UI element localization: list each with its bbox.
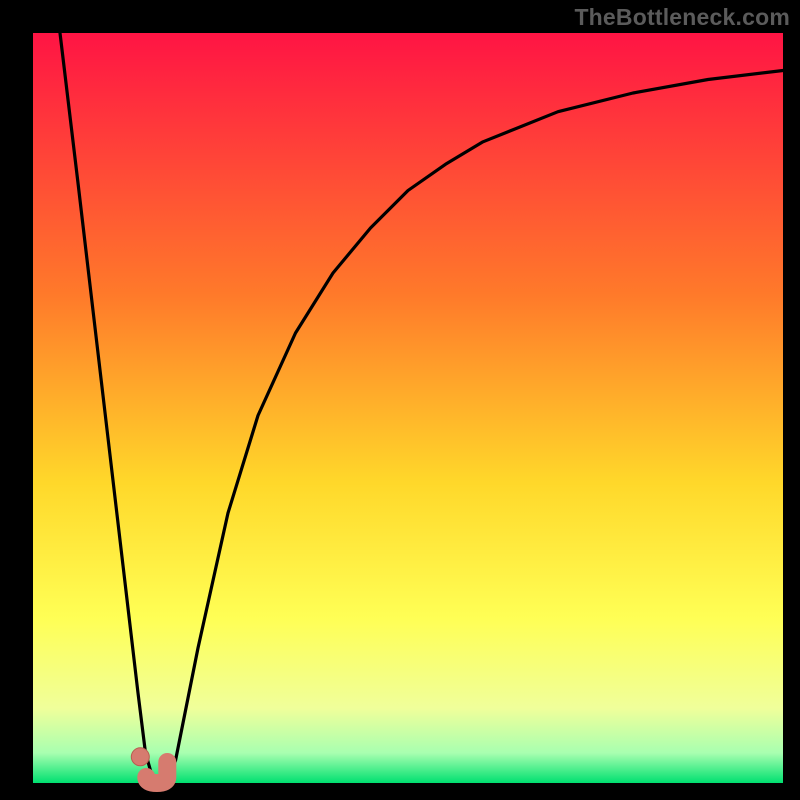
marker-left-dot — [131, 748, 149, 766]
chart-frame: { "watermark": "TheBottleneck.com", "col… — [0, 0, 800, 800]
gradient-background — [33, 33, 783, 783]
bottleneck-chart — [0, 0, 800, 800]
